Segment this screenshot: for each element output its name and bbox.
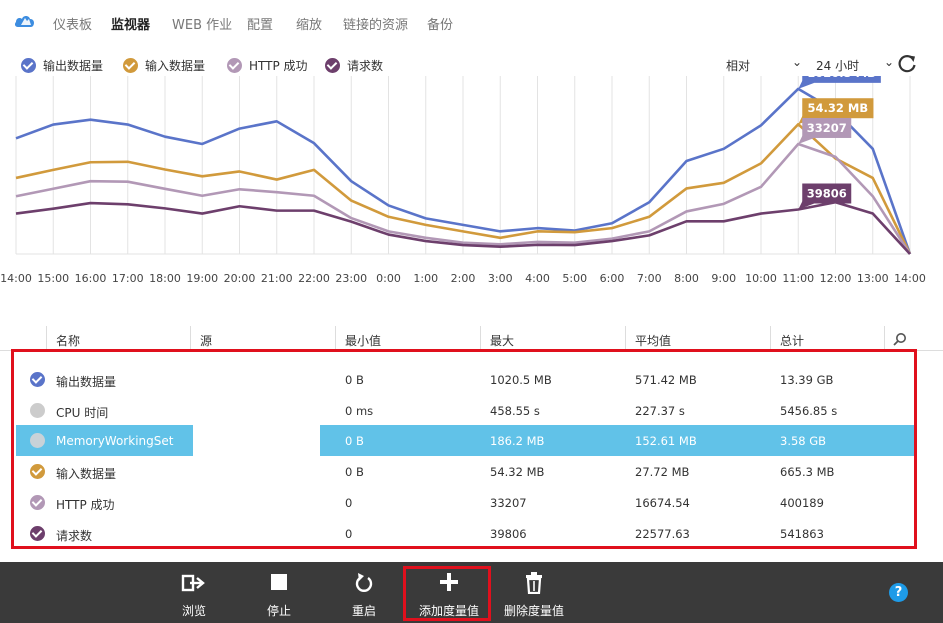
- x-tick-label: 7:00: [637, 272, 662, 285]
- azure-cloud-logo-icon[interactable]: [14, 11, 36, 31]
- stop-button[interactable]: 停止: [239, 566, 319, 620]
- refresh-icon[interactable]: [896, 53, 918, 75]
- checked-icon[interactable]: [21, 57, 36, 73]
- x-tick-label: 12:00: [820, 272, 852, 285]
- x-tick-label: 10:00: [745, 272, 777, 285]
- column-header-name[interactable]: 名称: [56, 332, 80, 349]
- legend-label: 输出数据量: [43, 58, 104, 73]
- checked-icon[interactable]: [123, 57, 138, 73]
- legend-item-data-in[interactable]: 输入数据量: [123, 57, 205, 73]
- mode-select[interactable]: 相对: [726, 57, 750, 74]
- x-tick-label: 15:00: [37, 272, 69, 285]
- column-divider: [190, 326, 191, 350]
- x-tick-label: 13:00: [857, 272, 889, 285]
- column-divider: [335, 326, 336, 350]
- legend-item-requests[interactable]: 请求数: [325, 57, 383, 73]
- trash-icon: [526, 572, 542, 594]
- restart-button[interactable]: 重启: [324, 566, 404, 620]
- help-icon[interactable]: ?: [889, 583, 908, 602]
- browse-label: 浏览: [181, 604, 206, 618]
- x-tick-label: 18:00: [149, 272, 181, 285]
- svg-text:33207: 33207: [807, 121, 847, 135]
- stop-label: 停止: [266, 604, 291, 618]
- restart-icon: [355, 573, 373, 592]
- legend-label: HTTP 成功: [249, 58, 308, 73]
- annotation-highlight-box: [11, 349, 917, 549]
- x-tick-label: 16:00: [75, 272, 107, 285]
- x-tick-label: 6:00: [600, 272, 625, 285]
- column-header-average[interactable]: 平均值: [635, 332, 671, 349]
- x-tick-label: 19:00: [186, 272, 218, 285]
- x-tick-label: 17:00: [112, 272, 144, 285]
- x-tick-label: 14:00: [0, 272, 32, 285]
- top-navigation: 仪表板 监视器 WEB 作业 配置 缩放 链接的资源 备份: [0, 0, 943, 44]
- x-tick-label: 11:00: [782, 272, 814, 285]
- tab-dashboard[interactable]: 仪表板: [53, 14, 92, 33]
- range-select[interactable]: 24 小时: [816, 57, 859, 74]
- column-divider: [770, 326, 771, 350]
- stop-icon: [271, 574, 287, 590]
- table-header: 名称 源 最小值 最大 平均值 总计: [0, 326, 943, 351]
- x-tick-label: 2:00: [451, 272, 476, 285]
- browse-icon: [181, 574, 205, 592]
- column-header-total[interactable]: 总计: [780, 332, 804, 349]
- tab-backups[interactable]: 备份: [427, 14, 453, 33]
- x-tick-label: 22:00: [298, 272, 330, 285]
- x-tick-label: 8:00: [674, 272, 699, 285]
- svg-text:39806: 39806: [807, 187, 847, 201]
- column-divider: [46, 326, 47, 350]
- column-divider: [625, 326, 626, 350]
- delete-metric-label: 删除度量值: [503, 604, 564, 618]
- x-tick-label: 21:00: [261, 272, 293, 285]
- value-callout: 33207: [798, 117, 852, 144]
- annotation-highlight-box: [403, 566, 491, 621]
- value-callout: 1020.5 MB: [798, 76, 881, 89]
- chevron-down-icon[interactable]: ⌄: [792, 55, 802, 69]
- legend-label: 输入数据量: [145, 58, 206, 73]
- restart-label: 重启: [351, 604, 376, 618]
- search-icon[interactable]: [893, 332, 907, 346]
- x-tick-label: 23:00: [335, 272, 367, 285]
- checked-icon[interactable]: [227, 57, 242, 73]
- tab-linked-resources[interactable]: 链接的资源: [343, 14, 408, 33]
- tab-scale[interactable]: 缩放: [296, 14, 322, 33]
- column-header-min[interactable]: 最小值: [345, 332, 381, 349]
- svg-text:1020.5 MB: 1020.5 MB: [807, 76, 876, 80]
- x-tick-label: 4:00: [525, 272, 550, 285]
- metrics-chart: 14:00 15:00 16:00 17:00 18:00 19:00 20:00 21:00…: [0, 76, 926, 285]
- legend-item-http-success[interactable]: HTTP 成功: [227, 57, 308, 73]
- checked-icon[interactable]: [325, 57, 340, 73]
- x-tick-label: 5:00: [562, 272, 587, 285]
- column-header-source[interactable]: 源: [200, 332, 212, 349]
- x-tick-label: 14:00: [894, 272, 926, 285]
- x-tick-label: 1:00: [413, 272, 438, 285]
- browse-button[interactable]: 浏览: [154, 566, 234, 620]
- tab-monitor[interactable]: 监视器: [111, 14, 150, 33]
- legend-item-data-out[interactable]: 输出数据量: [21, 57, 103, 73]
- tab-configure[interactable]: 配置: [247, 14, 273, 33]
- legend-label: 请求数: [347, 58, 384, 73]
- delete-metric-button[interactable]: 删除度量值: [494, 566, 574, 620]
- tab-web-jobs[interactable]: WEB 作业: [172, 14, 232, 33]
- column-divider: [480, 326, 481, 350]
- x-tick-label: 3:00: [488, 272, 513, 285]
- svg-text:54.32 MB: 54.32 MB: [808, 101, 869, 115]
- x-tick-label: 20:00: [224, 272, 256, 285]
- x-tick-label: 0:00: [376, 272, 401, 285]
- x-tick-label: 9:00: [711, 272, 736, 285]
- chevron-down-icon[interactable]: ⌄: [884, 55, 894, 69]
- column-divider: [884, 326, 885, 350]
- column-header-max[interactable]: 最大: [490, 332, 514, 349]
